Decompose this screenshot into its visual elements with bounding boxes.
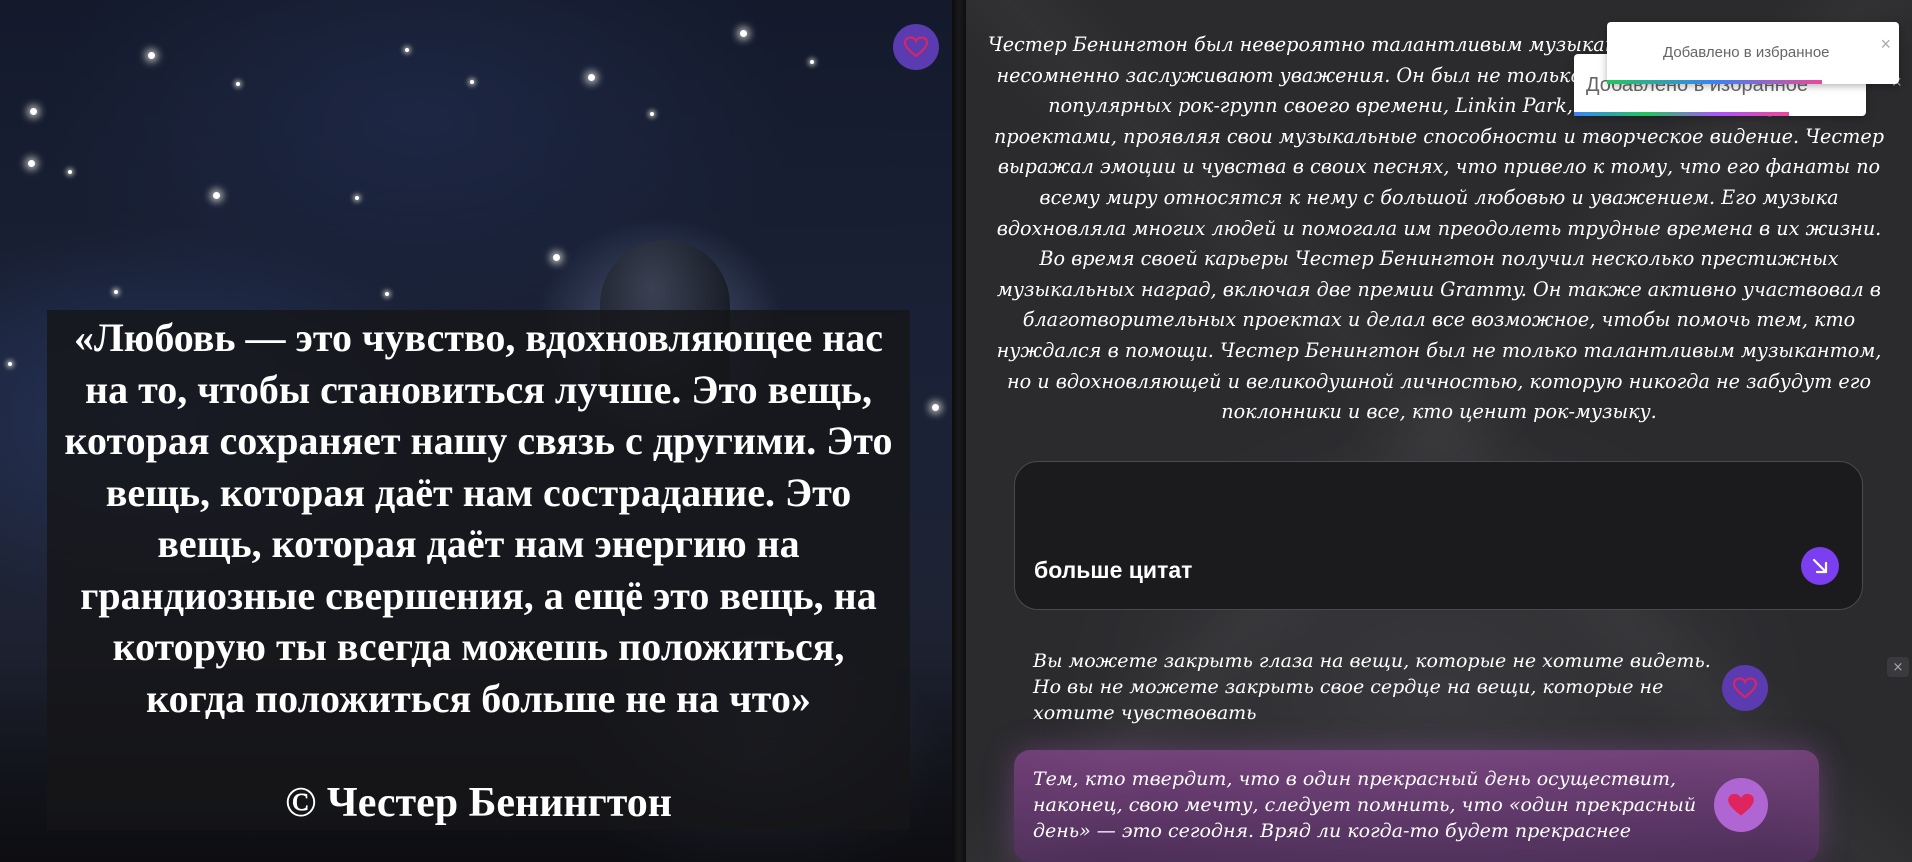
quote-favorite-button[interactable]	[1714, 778, 1768, 832]
arrow-down-right-icon	[1812, 558, 1828, 574]
crowd-light	[470, 80, 474, 84]
crowd-light	[355, 196, 359, 200]
more-quotes-button[interactable]	[1801, 547, 1839, 585]
crowd-light	[385, 292, 389, 296]
crowd-light	[114, 290, 118, 294]
bio-panel: Честер Бенингтон был невероятно талантли…	[966, 0, 1912, 862]
quote-item-text: Вы можете закрыть глаза на вещи, которые…	[1033, 650, 1711, 724]
crowd-light	[68, 170, 72, 174]
quote-list-item-active: Тем, кто твердит, что в один прекрасный …	[1014, 750, 1819, 862]
toast-progress-bar	[1574, 112, 1789, 116]
crowd-light	[236, 82, 240, 86]
more-quotes-card[interactable]: больше цитат	[1014, 461, 1863, 610]
crowd-light	[30, 108, 37, 115]
hero-quote-text: «Любовь — это чувство, вдохновляющее нас…	[64, 315, 893, 721]
crowd-light	[28, 160, 35, 167]
crowd-light	[810, 60, 814, 64]
crowd-light	[932, 404, 939, 411]
crowd-light	[213, 192, 220, 199]
toast-message: Добавлено в избранное	[1663, 44, 1830, 61]
heart-outline-icon	[904, 36, 928, 58]
quote-item-text: Тем, кто твердит, что в один прекрасный …	[1033, 768, 1697, 842]
toast-progress-bar	[1607, 80, 1822, 84]
crowd-light	[553, 254, 560, 261]
quote-list-item: Вы можете закрыть глаза на вещи, которые…	[1014, 636, 1819, 742]
hero-favorite-button[interactable]	[893, 24, 939, 70]
crowd-light	[740, 30, 747, 37]
panel-divider	[952, 0, 966, 862]
toast-close-icon[interactable]: ×	[1880, 34, 1891, 55]
crowd-light	[405, 48, 409, 52]
crowd-light	[148, 52, 155, 59]
side-close-icon[interactable]: ×	[1887, 657, 1909, 677]
toast-notification: Добавлено в избранное ×	[1607, 22, 1899, 84]
heart-filled-icon	[1728, 793, 1754, 816]
crowd-light	[650, 112, 654, 116]
heart-outline-icon	[1733, 677, 1757, 699]
crowd-light	[8, 362, 12, 366]
more-quotes-label: больше цитат	[1034, 557, 1193, 583]
crowd-light	[588, 74, 595, 81]
hero-quote-author: © Честер Бенингтон	[285, 780, 672, 826]
quote-favorite-button[interactable]	[1722, 665, 1768, 711]
